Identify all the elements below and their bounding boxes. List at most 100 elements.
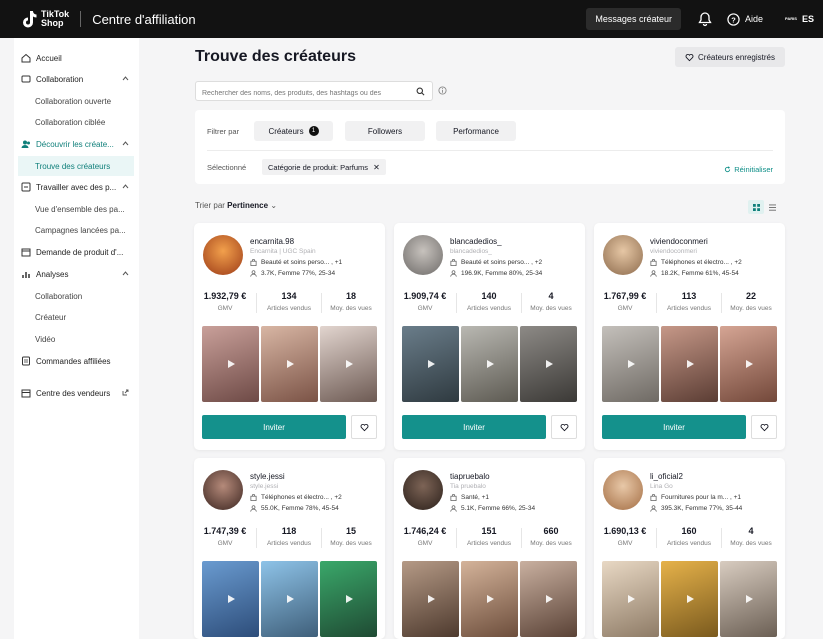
creator-handle: blancadedios_ xyxy=(450,248,492,255)
sidebar-item-seller-center[interactable]: Centre des vendeurs xyxy=(14,383,139,403)
sidebar-item-product-requests[interactable]: Demande de produit d'... xyxy=(14,242,139,262)
creator-handle: Encarnita | UGC Spain xyxy=(250,248,316,255)
help-button[interactable]: ? Aide xyxy=(727,12,763,26)
reset-filters-link[interactable]: Réinitialiser xyxy=(724,165,773,174)
sidebar-item-discover-creators[interactable]: Découvrir les créate... xyxy=(14,134,139,154)
info-icon[interactable] xyxy=(438,86,447,95)
video-thumbnail[interactable] xyxy=(661,326,718,402)
top-bar: TikTok Shop Centre d'affiliation Message… xyxy=(0,0,823,38)
video-thumbnail[interactable] xyxy=(461,326,518,402)
filter-followers-button[interactable]: Followers xyxy=(345,121,425,141)
filter-performance-button[interactable]: Performance xyxy=(436,121,516,141)
creator-name[interactable]: viviendoconmeri xyxy=(650,237,708,246)
stat-divider xyxy=(256,528,257,548)
video-thumbnail[interactable] xyxy=(261,561,318,637)
video-thumbnail[interactable] xyxy=(320,561,377,637)
stat-divider xyxy=(521,293,522,313)
sidebar-item-affiliate-orders[interactable]: Commandes affiliées xyxy=(14,351,139,371)
sidebar-item-targeted-collaboration[interactable]: Collaboration ciblée xyxy=(14,112,139,132)
avatar[interactable] xyxy=(603,470,643,510)
play-icon xyxy=(745,360,753,368)
sort-dropdown[interactable]: Trier par Pertinence ⌄ xyxy=(195,201,277,210)
avatar[interactable] xyxy=(403,235,443,275)
sidebar-item-partner-campaigns[interactable]: Campagnes lancées pa... xyxy=(14,220,139,240)
users-icon xyxy=(21,140,30,148)
video-thumbnail[interactable] xyxy=(402,561,459,637)
bell-icon[interactable] xyxy=(697,11,713,27)
creator-name[interactable]: style.jessi xyxy=(250,472,285,481)
filter-creators-button[interactable]: Créateurs 1 xyxy=(254,121,333,141)
search-icon[interactable] xyxy=(416,87,425,96)
external-link-icon xyxy=(122,389,129,396)
save-creator-button[interactable] xyxy=(351,415,377,439)
search-input[interactable] xyxy=(196,84,406,103)
video-thumbnail[interactable] xyxy=(202,561,259,637)
list-view-button[interactable] xyxy=(764,200,780,214)
video-thumbnail[interactable] xyxy=(602,326,659,402)
svg-text:?: ? xyxy=(731,15,736,24)
stat-divider xyxy=(656,528,657,548)
creator-demographics: 55.0K, Femme 78%, 45-54 xyxy=(250,505,339,512)
video-thumbnail[interactable] xyxy=(520,326,577,402)
creator-name[interactable]: li_oficial2 xyxy=(650,472,683,481)
sidebar-item-work-with-partners[interactable]: Travailler avec des p... xyxy=(14,177,139,197)
save-creator-button[interactable] xyxy=(551,415,577,439)
video-thumbnail[interactable] xyxy=(320,326,377,402)
play-icon xyxy=(227,595,235,603)
video-thumbnail[interactable] xyxy=(661,561,718,637)
avatar[interactable] xyxy=(203,235,243,275)
video-thumbnail[interactable] xyxy=(461,561,518,637)
invite-button[interactable]: Inviter xyxy=(202,415,346,439)
creator-name[interactable]: encarnita.98 xyxy=(250,237,294,246)
creator-name[interactable]: blancadedios_ xyxy=(450,237,502,246)
video-thumbnail[interactable] xyxy=(202,326,259,402)
invite-button[interactable]: Inviter xyxy=(602,415,746,439)
user-icon xyxy=(650,505,657,512)
sidebar-item-home[interactable]: Accueil xyxy=(14,48,139,68)
play-icon xyxy=(486,360,494,368)
creator-card[interactable]: encarnita.98 Encarnita | UGC Spain Beauté … xyxy=(194,223,385,450)
shop-account-switcher[interactable]: PARIS ES xyxy=(783,14,814,24)
creator-card[interactable]: style.jessi style.jessi Téléphones et élec… xyxy=(194,458,385,639)
video-thumbnail[interactable] xyxy=(602,561,659,637)
creator-card[interactable]: li_oficial2 Lina Go Fournitures pour la m.… xyxy=(594,458,785,639)
sidebar-item-analytics[interactable]: Analyses xyxy=(14,264,139,284)
creator-messages-button[interactable]: Messages créateur xyxy=(586,8,681,30)
tiktok-shop-logo[interactable]: TikTok Shop xyxy=(21,10,69,28)
topbar-divider xyxy=(80,11,82,27)
avatar[interactable] xyxy=(603,235,643,275)
sidebar-item-collaboration[interactable]: Collaboration xyxy=(14,69,139,89)
collaboration-icon xyxy=(21,75,31,83)
user-icon xyxy=(450,270,457,277)
sidebar-item-analytics-creator[interactable]: Créateur xyxy=(14,307,139,327)
video-thumbnail[interactable] xyxy=(720,561,777,637)
sidebar-item-analytics-video[interactable]: Vidéo xyxy=(14,329,139,349)
chevron-up-icon xyxy=(122,271,129,276)
creator-card[interactable]: viviendoconmeri viviendoconmeri Téléphones… xyxy=(594,223,785,450)
creator-category: Santé, +1 xyxy=(450,494,489,501)
sidebar-item-analytics-collaboration[interactable]: Collaboration xyxy=(14,286,139,306)
sidebar-item-open-collaboration[interactable]: Collaboration ouverte xyxy=(14,91,139,111)
creator-card[interactable]: tiapruebalo Tia pruebalo Santé, +1 5.1K, Fe… xyxy=(394,458,585,639)
creator-name[interactable]: tiapruebalo xyxy=(450,472,490,481)
sidebar-item-partners-overview[interactable]: Vue d'ensemble des pa... xyxy=(14,199,139,219)
avatar[interactable] xyxy=(203,470,243,510)
shop-badge: PARIS xyxy=(785,16,797,21)
avatar[interactable] xyxy=(403,470,443,510)
home-icon xyxy=(21,53,31,63)
close-icon[interactable]: ✕ xyxy=(373,163,380,172)
creator-search-box[interactable] xyxy=(195,81,433,103)
creator-card[interactable]: blancadedios_ blancadedios_ Beauté et soin… xyxy=(394,223,585,450)
creator-demographics: 395.3K, Femme 77%, 35-44 xyxy=(650,505,742,512)
sidebar-item-find-creators[interactable]: Trouve des créateurs xyxy=(18,156,134,176)
video-thumbnail[interactable] xyxy=(520,561,577,637)
video-thumbnail[interactable] xyxy=(261,326,318,402)
video-thumbnail[interactable] xyxy=(720,326,777,402)
play-icon xyxy=(286,595,294,603)
video-thumbnail[interactable] xyxy=(402,326,459,402)
saved-creators-button[interactable]: Créateurs enregistrés xyxy=(675,47,785,67)
grid-view-button[interactable] xyxy=(748,200,764,214)
tiktok-logo-icon xyxy=(23,11,37,28)
invite-button[interactable]: Inviter xyxy=(402,415,546,439)
save-creator-button[interactable] xyxy=(751,415,777,439)
